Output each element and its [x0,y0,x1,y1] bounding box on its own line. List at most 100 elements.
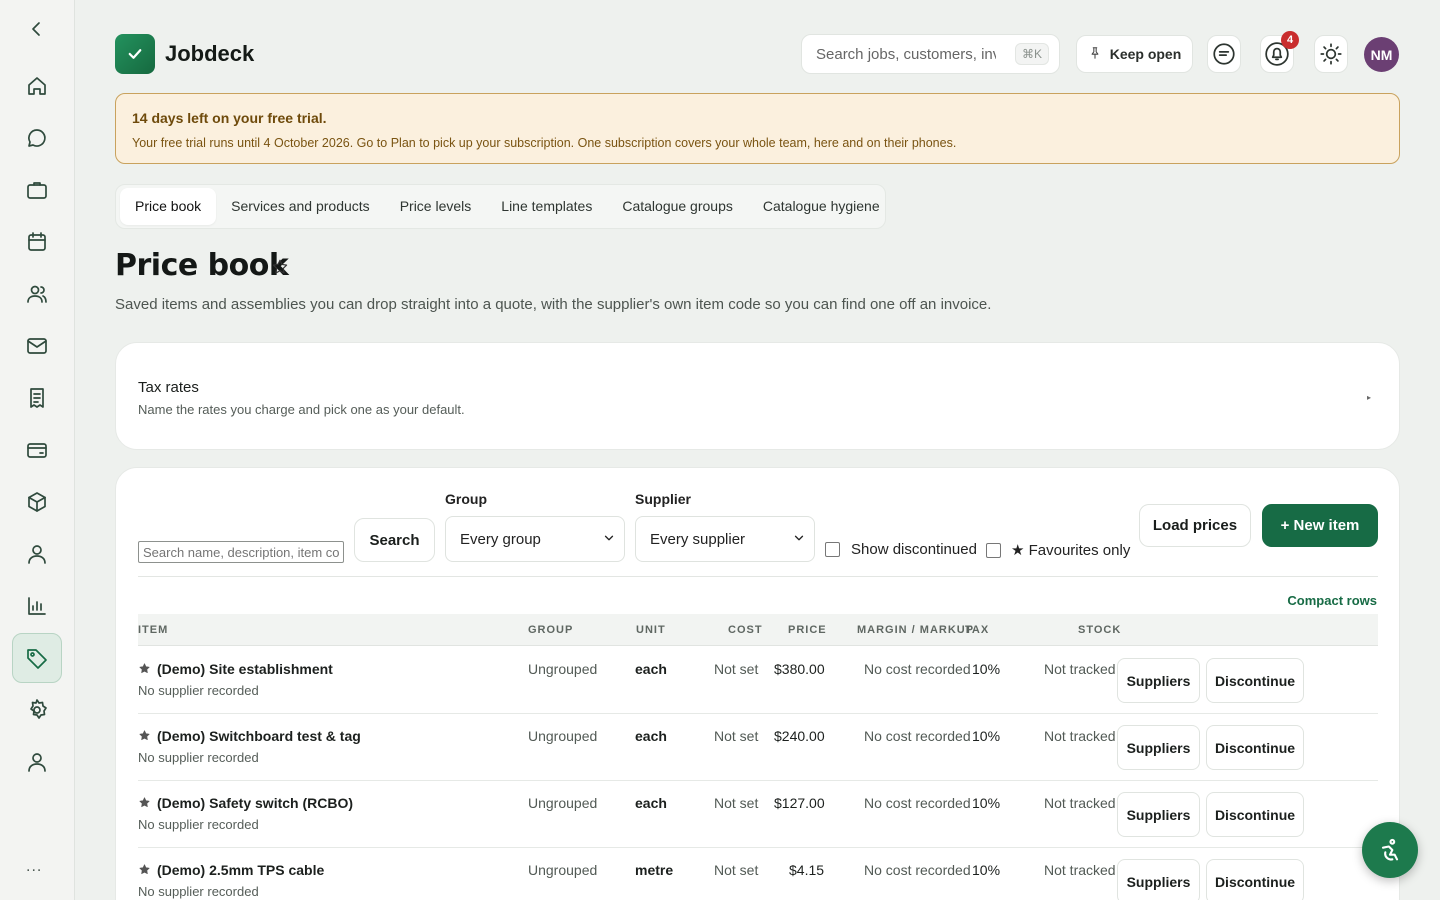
keep-open-button[interactable]: Keep open [1076,35,1193,73]
discontinue-button[interactable]: Discontinue [1206,725,1304,770]
tab-line-templates[interactable]: Line templates [486,188,607,225]
discontinue-button[interactable]: Discontinue [1206,859,1304,900]
search-shortcut: ⌘K [1014,43,1049,65]
notifications-button[interactable]: 4 [1260,31,1299,73]
avatar[interactable]: NM [1364,37,1399,72]
search-button[interactable]: Search [354,518,435,562]
chevron-left-icon[interactable] [12,4,62,54]
item-cost: Not set [714,862,759,878]
briefcase-icon[interactable] [12,165,62,215]
theme-toggle[interactable] [1314,35,1348,73]
new-item-button[interactable]: + New item [1262,504,1378,547]
show-discontinued-checkbox[interactable]: Show discontinued [825,541,977,558]
tab-price-levels[interactable]: Price levels [385,188,487,225]
check-icon [115,34,155,74]
price-book-card: Search Group Every group Supplier Every … [115,467,1400,900]
suppliers-button[interactable]: Suppliers [1117,725,1200,770]
checkbox-box[interactable] [825,542,840,557]
col-unit[interactable]: UNIT [636,624,666,636]
tab-catalogue-hygiene[interactable]: Catalogue hygiene [748,188,895,225]
item-price: $380.00 [774,661,825,677]
item-price: $127.00 [774,795,825,811]
item-unit: metre [635,862,674,878]
item-cost: Not set [714,661,759,677]
table-header: ITEM GROUP UNIT COST PRICE MARGIN / MARK… [138,614,1378,646]
item-cost: Not set [714,728,759,744]
item-unit: each [635,661,667,677]
tab-services-products[interactable]: Services and products [216,188,385,225]
item-name[interactable]: (Demo) 2.5mm TPS cable [157,862,324,878]
col-group[interactable]: GROUP [528,624,573,636]
table-row: (Demo) 2.5mm TPS cable No supplier recor… [138,848,1378,900]
item-stock: Not tracked [1044,661,1116,677]
item-search-input[interactable] [138,541,344,563]
item-name[interactable]: (Demo) Site establishment [157,661,333,677]
col-price[interactable]: PRICE [788,624,827,636]
checkbox-box[interactable] [986,542,1001,558]
discontinue-button[interactable]: Discontinue [1206,792,1304,837]
col-tax[interactable]: TAX [965,624,989,636]
item-name[interactable]: (Demo) Switchboard test & tag [157,728,361,744]
col-margin[interactable]: MARGIN / MARKUP [857,624,974,636]
mail-icon[interactable] [12,321,62,371]
divider [138,576,1378,577]
item-supplier: No supplier recorded [138,817,259,832]
item-supplier: No supplier recorded [138,750,259,765]
account-icon[interactable] [12,737,62,787]
more-menu[interactable]: ... [26,858,42,876]
expand-chevron-icon[interactable]: ▸ [1367,393,1371,402]
supplier-select[interactable]: Every supplier [635,516,815,562]
bar-chart-icon[interactable] [12,581,62,631]
messages-button[interactable] [1207,35,1241,73]
home-icon[interactable] [12,61,62,111]
card-icon[interactable] [12,425,62,475]
item-group: Ungrouped [528,728,598,744]
item-price: $4.15 [789,862,825,878]
item-group: Ungrouped [528,661,598,677]
sidebar: ... [0,0,75,900]
group-select[interactable]: Every group [445,516,625,562]
group-select-value: Every group [460,530,541,548]
table-row: (Demo) Safety switch (RCBO) No supplier … [138,781,1378,848]
item-unit: each [635,795,667,811]
suppliers-button[interactable]: Suppliers [1117,658,1200,703]
item-name[interactable]: (Demo) Safety switch (RCBO) [157,795,353,811]
app-name: Jobdeck [165,41,255,66]
tax-rates-title: Tax rates [138,379,199,396]
tab-catalogue-groups[interactable]: Catalogue groups [607,188,748,225]
favourite-star-icon[interactable] [271,258,289,276]
star-icon[interactable] [138,796,151,809]
suppliers-button[interactable]: Suppliers [1117,792,1200,837]
page-description: Saved items and assemblies you can drop … [115,296,992,313]
item-tax: 10% [972,728,1001,744]
assistant-fab[interactable] [1362,822,1418,878]
receipt-icon[interactable] [12,373,62,423]
tag-icon[interactable] [12,633,62,683]
person-icon[interactable] [12,529,62,579]
compact-rows-link[interactable]: Compact rows [1287,593,1377,608]
tab-price-book[interactable]: Price book [120,188,217,225]
global-search-input[interactable] [816,45,996,63]
team-icon[interactable] [12,269,62,319]
load-prices-button[interactable]: Load prices [1139,504,1251,547]
col-item[interactable]: ITEM [138,624,168,636]
col-stock[interactable]: STOCK [1078,624,1121,636]
chat-icon[interactable] [12,113,62,163]
calendar-icon[interactable] [12,217,62,267]
star-icon[interactable] [138,729,151,742]
favourites-only-checkbox[interactable]: ★ Favourites only [986,541,1130,559]
favourites-only-label: ★ Favourites only [1011,542,1131,559]
discontinue-button[interactable]: Discontinue [1206,658,1304,703]
global-search[interactable]: ⌘K [801,34,1060,74]
tax-rates-card[interactable]: Tax rates Name the rates you charge and … [115,342,1400,450]
table-row: (Demo) Site establishment No supplier re… [138,647,1378,714]
star-icon[interactable] [138,863,151,876]
col-cost[interactable]: COST [728,624,763,636]
box-icon[interactable] [12,477,62,527]
pin-icon [1088,46,1102,63]
trial-body: Your free trial runs until 4 October 202… [132,136,957,150]
suppliers-button[interactable]: Suppliers [1117,859,1200,900]
gear-icon[interactable] [12,685,62,735]
app-logo[interactable]: Jobdeck [115,34,254,74]
star-icon[interactable] [138,662,151,675]
